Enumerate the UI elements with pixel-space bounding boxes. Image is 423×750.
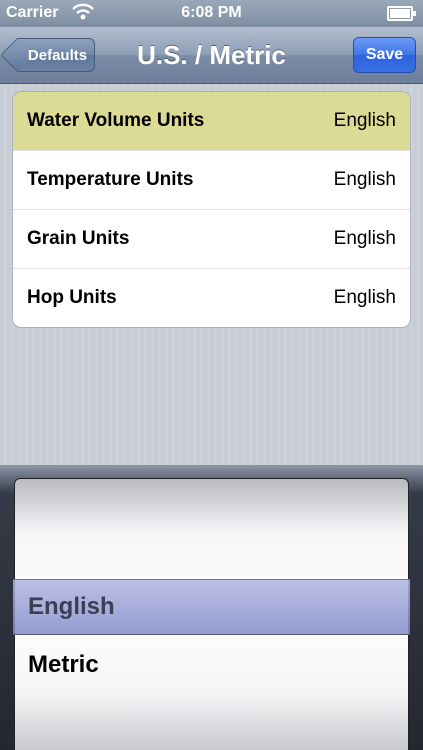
setting-label: Grain Units [27,228,130,249]
setting-label: Water Volume Units [27,110,205,131]
setting-row-hop[interactable]: Hop Units English [13,268,410,327]
setting-value: English [333,110,396,131]
settings-content: Water Volume Units English Temperature U… [0,84,423,465]
setting-label: Temperature Units [27,169,194,190]
navigation-bar: Defaults U.S. / Metric Save [0,27,423,84]
setting-row-grain[interactable]: Grain Units English [13,209,410,268]
setting-row-temperature[interactable]: Temperature Units English [13,150,410,209]
picker-option-english[interactable]: English [28,593,115,621]
status-time: 6:08 PM [181,4,242,21]
setting-value: English [333,228,396,249]
save-button[interactable]: Save [353,37,416,73]
setting-label: Hop Units [27,287,117,308]
picker-option-metric[interactable]: Metric [28,651,99,679]
setting-value: English [333,169,396,190]
battery-icon [387,6,416,21]
settings-table: Water Volume Units English Temperature U… [12,91,411,328]
setting-row-water-volume[interactable]: Water Volume Units English [13,92,410,150]
setting-value: English [333,287,396,308]
status-bar: Carrier 6:08 PM [0,0,423,27]
